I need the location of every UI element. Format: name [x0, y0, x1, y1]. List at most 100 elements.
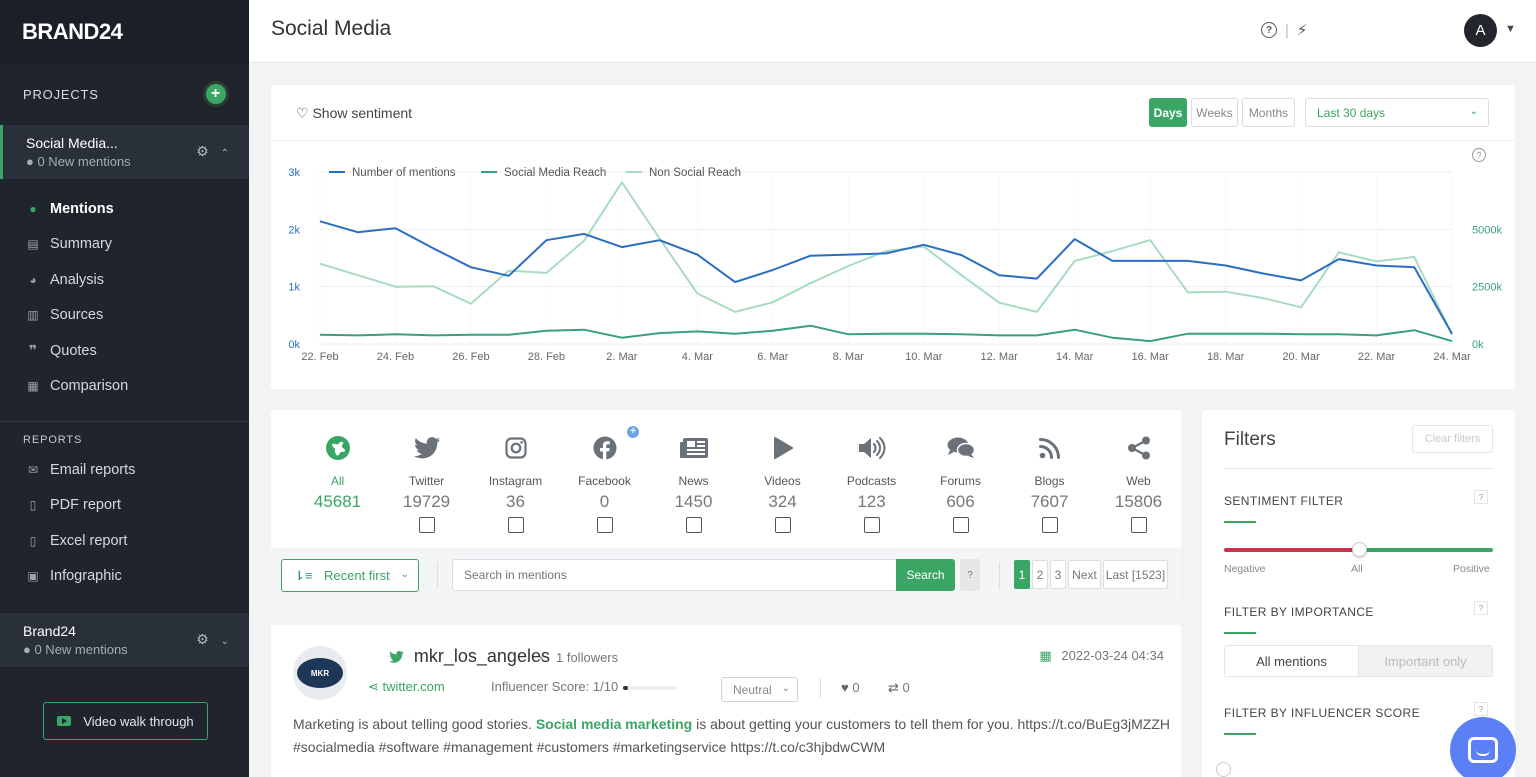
- nav-infographic[interactable]: ▣ Infographic: [0, 559, 249, 595]
- source-count: 324: [768, 492, 797, 511]
- source-checkbox[interactable]: [1041, 517, 1058, 533]
- video-walkthrough-button[interactable]: Video walk through: [43, 702, 208, 740]
- show-sentiment-toggle[interactable]: ♡ Show sentiment: [296, 105, 412, 122]
- page-2[interactable]: 2: [1032, 560, 1048, 589]
- nav-mentions[interactable]: ● Mentions: [0, 191, 249, 227]
- source-checkbox[interactable]: [596, 517, 613, 533]
- columns-icon: ▥: [27, 308, 39, 323]
- nav-comparison[interactable]: ▦ Comparison: [0, 369, 249, 405]
- nav-analysis[interactable]: ◕ Analysis: [0, 262, 249, 298]
- search-button[interactable]: Search: [896, 559, 955, 591]
- nav-sources[interactable]: ▥ Sources: [0, 298, 249, 334]
- gear-icon[interactable]: ⚙: [196, 143, 209, 159]
- page-next[interactable]: Next: [1068, 560, 1101, 589]
- source-checkbox[interactable]: [418, 517, 435, 533]
- gear-icon[interactable]: ⚙: [196, 631, 209, 647]
- date-range-select[interactable]: Last 30 days ⌄: [1305, 98, 1489, 127]
- nav-excel-report[interactable]: ▯ Excel report: [0, 523, 249, 559]
- source-label: Forums: [940, 474, 981, 488]
- plug-icon[interactable]: ⚡: [1297, 21, 1308, 39]
- source-checkbox[interactable]: [952, 517, 969, 533]
- nav-pdf-report[interactable]: ▯ PDF report: [0, 488, 249, 524]
- project-settings[interactable]: ⚙ ⌄: [196, 631, 229, 648]
- chevron-up-icon[interactable]: ⌃: [221, 148, 229, 159]
- mention-source-link[interactable]: ⋖ twitter.com: [368, 679, 445, 695]
- important-only-tab[interactable]: Important only: [1359, 646, 1492, 676]
- source-checkbox[interactable]: [507, 517, 524, 533]
- slider-handle[interactable]: [1352, 542, 1367, 557]
- heart-icon: ♥: [841, 680, 849, 695]
- author-avatar[interactable]: MKR: [293, 646, 347, 700]
- nav-label: Quotes: [50, 342, 97, 359]
- quote-icon: ❞: [28, 342, 38, 359]
- search-help-button[interactable]: ?: [960, 559, 980, 591]
- excel-icon: ▯: [29, 533, 37, 548]
- x-tick-label: 14. Mar: [1056, 351, 1094, 363]
- help-icon[interactable]: ?: [1474, 702, 1488, 716]
- source-list: All 45681 Twitter 19729 Instagram 36 + F…: [293, 426, 1183, 533]
- source-checkbox[interactable]: [863, 517, 880, 533]
- project-social-media[interactable]: Social Media... ● 0 New mentions ⚙ ⌃: [0, 125, 249, 179]
- sentiment-select[interactable]: Neutral ⌄: [721, 677, 798, 702]
- nav-summary[interactable]: ▤ Summary: [0, 227, 249, 263]
- source-web[interactable]: Web 15806: [1094, 435, 1183, 533]
- chat-widget-button[interactable]: [1450, 717, 1516, 777]
- mention-author[interactable]: mkr_los_angeles: [389, 646, 550, 667]
- all-mentions-tab[interactable]: All mentions: [1225, 646, 1359, 676]
- twitter-icon: [389, 649, 408, 665]
- source-label: Podcasts: [846, 474, 897, 488]
- slider-label-all: All: [1351, 563, 1363, 575]
- source-videos[interactable]: Videos 324: [738, 435, 827, 533]
- video-icon: [57, 716, 72, 726]
- source-blogs[interactable]: Blogs 7607: [1005, 435, 1094, 533]
- source-news[interactable]: News 1450: [649, 435, 738, 533]
- brand-logo[interactable]: BRAND24: [0, 0, 249, 63]
- forum-icon: [916, 435, 1005, 461]
- x-tick-label: 16. Mar: [1131, 351, 1169, 363]
- y-left-tick-label: 3k: [288, 167, 300, 179]
- project-brand24[interactable]: Brand24 ● 0 New mentions ⚙ ⌄: [0, 613, 249, 667]
- source-checkbox[interactable]: [774, 517, 791, 533]
- page-last[interactable]: Last [1523]: [1103, 560, 1168, 589]
- x-tick-label: 4. Mar: [682, 351, 714, 363]
- help-icon-glyph: ?: [1476, 151, 1481, 161]
- page-3[interactable]: 3: [1050, 560, 1066, 589]
- source-twitter[interactable]: Twitter 19729: [382, 435, 471, 533]
- help-icon[interactable]: ?: [1474, 601, 1488, 615]
- clear-filters-button[interactable]: Clear filters: [1412, 425, 1493, 453]
- source-forums[interactable]: Forums 606: [916, 435, 1005, 533]
- project-settings[interactable]: ⚙ ⌃: [196, 143, 229, 160]
- chevron-down-icon[interactable]: ⌄: [221, 636, 229, 647]
- source-podcasts[interactable]: Podcasts 123: [827, 435, 916, 533]
- help-icon[interactable]: ?: [1261, 22, 1277, 38]
- source-count: 606: [946, 492, 975, 511]
- sentiment-slider[interactable]: [1224, 542, 1493, 557]
- share-icon: [1094, 435, 1183, 461]
- search-input[interactable]: [452, 559, 897, 591]
- source-all[interactable]: All 45681: [293, 435, 382, 533]
- sort-dropdown[interactable]: ⇂≡ Recent first ⌄: [281, 559, 419, 592]
- newspaper-icon: [649, 435, 738, 461]
- period-weeks[interactable]: Weeks: [1191, 98, 1238, 127]
- source-instagram[interactable]: Instagram 36: [471, 435, 560, 533]
- mentions-chart: 0k 1k 2k 3k 0k 2500k 5000k 22. Feb 24. Feb 26. Fe…: [288, 148, 1502, 363]
- add-facebook-button[interactable]: +: [627, 426, 639, 438]
- chevron-down-icon: ⌄: [781, 683, 790, 694]
- add-project-button[interactable]: +: [203, 81, 229, 107]
- source-checkbox[interactable]: [1130, 517, 1147, 533]
- page-1[interactable]: 1: [1014, 560, 1030, 589]
- source-checkbox[interactable]: [685, 517, 702, 533]
- influencer-slider-handle[interactable]: [1216, 762, 1231, 777]
- topbar: Social Media ? | ⚡ A ▼: [249, 0, 1536, 63]
- nav-label: Summary: [50, 236, 113, 253]
- nav-quotes[interactable]: ❞ Quotes: [0, 333, 249, 369]
- period-days[interactable]: Days: [1149, 98, 1187, 127]
- nav-email-reports[interactable]: ✉ Email reports: [0, 452, 249, 488]
- caret-down-icon[interactable]: ▼: [1505, 23, 1516, 35]
- importance-toggle: All mentions Important only: [1224, 645, 1493, 677]
- help-icon[interactable]: ?: [1474, 490, 1488, 504]
- period-months[interactable]: Months: [1242, 98, 1295, 127]
- avatar[interactable]: A: [1464, 14, 1497, 47]
- source-facebook[interactable]: + Facebook 0: [560, 426, 649, 533]
- nav-label: Infographic: [50, 568, 122, 585]
